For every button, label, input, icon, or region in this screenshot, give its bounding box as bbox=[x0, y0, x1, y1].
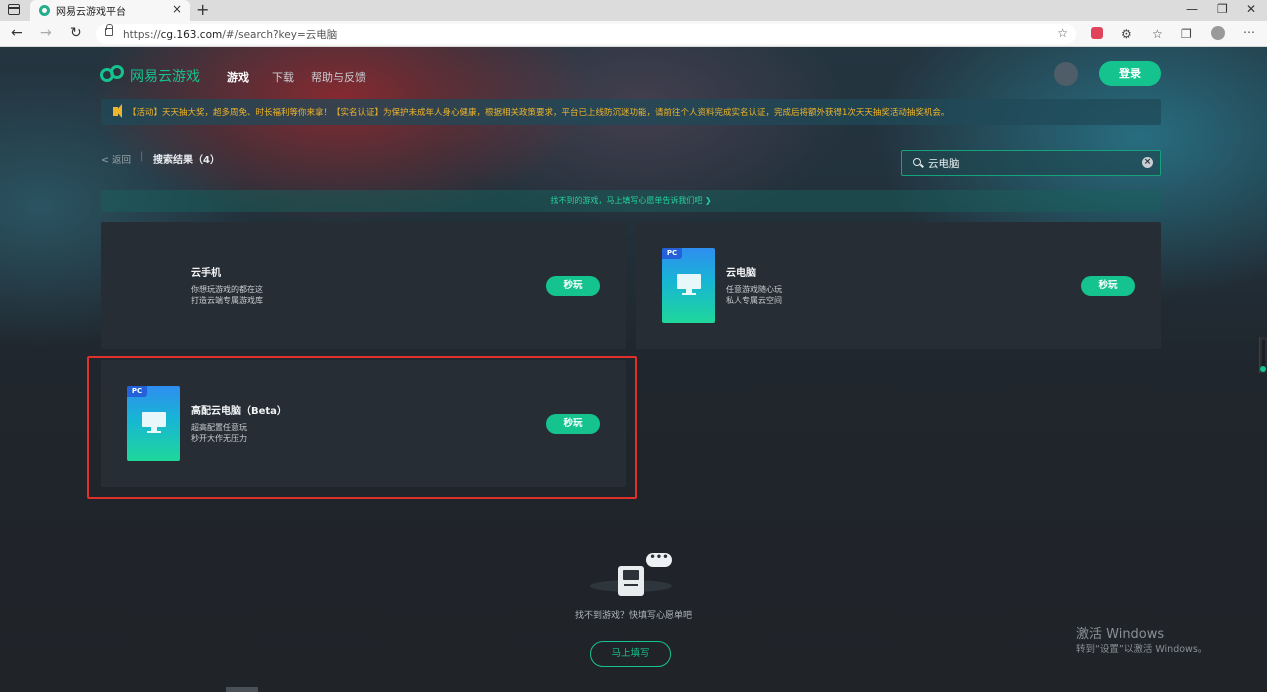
search-value: 云电脑 bbox=[928, 158, 960, 170]
lock-icon bbox=[105, 24, 113, 36]
site-favicon-icon bbox=[39, 5, 50, 16]
url-text: https://cg.163.com/#/search?key=云电脑 bbox=[123, 29, 338, 41]
tab-title: 网易云游戏平台 bbox=[56, 7, 126, 18]
wishlist-banner-text: 找不到的游戏，马上填写心愿单告诉我们吧 ❯ bbox=[550, 196, 712, 205]
back-button[interactable]: ← bbox=[11, 25, 23, 41]
pc-badge: PC bbox=[662, 248, 682, 259]
fill-wishlist-button[interactable]: 马上填写 bbox=[590, 641, 671, 667]
tab-close-icon[interactable]: × bbox=[172, 2, 182, 16]
more-menu-icon[interactable]: ⋯ bbox=[1243, 25, 1255, 39]
extension-icon[interactable] bbox=[1091, 27, 1103, 39]
card-desc-line2: 私人专属云空间 bbox=[726, 296, 782, 305]
reload-button[interactable]: ↻ bbox=[70, 25, 82, 41]
page-content: 网易云游戏 游戏 下载 帮助与反馈 登录 【活动】天天抽大奖，超多周免、时长福利… bbox=[0, 47, 1267, 692]
collections-icon[interactable]: ❐ bbox=[1181, 27, 1192, 41]
nav-download[interactable]: 下载 bbox=[272, 69, 294, 85]
profile-avatar-icon[interactable] bbox=[1211, 26, 1225, 40]
favorites-icon[interactable]: ☆ bbox=[1152, 27, 1163, 41]
card-desc-line2: 打造云端专属游戏库 bbox=[191, 296, 263, 305]
login-button[interactable]: 登录 bbox=[1099, 61, 1161, 86]
breadcrumb-separator: | bbox=[140, 151, 144, 162]
nav-games[interactable]: 游戏 bbox=[227, 69, 249, 85]
speech-bubble-icon: ••• bbox=[646, 553, 672, 567]
address-bar[interactable]: https://cg.163.com/#/search?key=云电脑 ☆ bbox=[96, 24, 1076, 44]
notice-bar[interactable]: 【活动】天天抽大奖，超多周免、时长福利等你来拿！【实名认证】为保护未成年人身心健… bbox=[101, 99, 1161, 125]
play-now-button[interactable]: 秒玩 bbox=[1081, 276, 1135, 296]
speaker-icon bbox=[113, 104, 122, 118]
result-card-cloud-pc[interactable]: PC 云电脑 任意游戏随心玩 私人专属云空间 秒玩 bbox=[636, 222, 1161, 349]
cloud-pc-thumbnail: PC bbox=[662, 248, 715, 323]
activation-watermark-subtitle: 转到“设置”以激活 Windows。 bbox=[1076, 644, 1208, 655]
browser-tab-strip: 网易云游戏平台 × + — ❐ ✕ bbox=[0, 0, 1267, 21]
notice-text: 【活动】天天抽大奖，超多周免、时长福利等你来拿！【实名认证】为保护未成年人身心健… bbox=[128, 108, 950, 118]
card-title: 云电脑 bbox=[726, 268, 756, 279]
monitor-icon bbox=[677, 274, 701, 295]
floating-indicator[interactable] bbox=[1260, 366, 1266, 372]
user-avatar[interactable] bbox=[1054, 62, 1078, 86]
wishlist-banner[interactable]: 找不到的游戏，马上填写心愿单告诉我们吧 ❯ bbox=[101, 190, 1161, 212]
browser-tab[interactable]: 网易云游戏平台 × bbox=[30, 0, 190, 21]
logo-text: 网易云游戏 bbox=[130, 69, 200, 85]
bottom-bar bbox=[226, 687, 258, 692]
forward-button[interactable]: → bbox=[40, 25, 52, 41]
minimize-button[interactable]: — bbox=[1186, 2, 1198, 16]
back-link[interactable]: < 返回 bbox=[101, 152, 131, 166]
highlight-box bbox=[87, 356, 637, 499]
card-title: 云手机 bbox=[191, 268, 221, 279]
play-now-button[interactable]: 秒玩 bbox=[546, 276, 600, 296]
clear-search-icon[interactable]: × bbox=[1142, 157, 1153, 168]
close-window-button[interactable]: ✕ bbox=[1246, 2, 1256, 16]
address-toolbar: ← → ↻ https://cg.163.com/#/search?key=云电… bbox=[0, 21, 1267, 47]
search-input[interactable]: 云电脑 × bbox=[901, 150, 1161, 176]
results-title: 搜索结果（4） bbox=[153, 155, 220, 166]
restore-button[interactable]: ❐ bbox=[1217, 2, 1228, 16]
extensions-puzzle-icon[interactable]: ⚙ bbox=[1121, 27, 1132, 41]
game-console-icon bbox=[618, 566, 644, 596]
card-desc-line1: 你想玩游戏的都在这 bbox=[191, 285, 263, 294]
empty-state-illustration: ••• bbox=[590, 552, 680, 604]
empty-state-text: 找不到游戏？快填写心愿单吧 bbox=[574, 611, 692, 621]
activation-watermark-title: 激活 Windows bbox=[1076, 627, 1165, 642]
new-tab-button[interactable]: + bbox=[196, 0, 209, 19]
search-icon bbox=[913, 158, 921, 166]
tab-actions-icon[interactable] bbox=[8, 4, 20, 15]
nav-help[interactable]: 帮助与反馈 bbox=[311, 69, 366, 85]
favorite-star-icon[interactable]: ☆ bbox=[1057, 26, 1068, 40]
card-desc-line1: 任意游戏随心玩 bbox=[726, 285, 782, 294]
result-card-cloud-phone[interactable]: 云手机 你想玩游戏的都在这 打造云端专属游戏库 秒玩 bbox=[101, 222, 626, 349]
logo-mark-icon bbox=[100, 65, 126, 83]
